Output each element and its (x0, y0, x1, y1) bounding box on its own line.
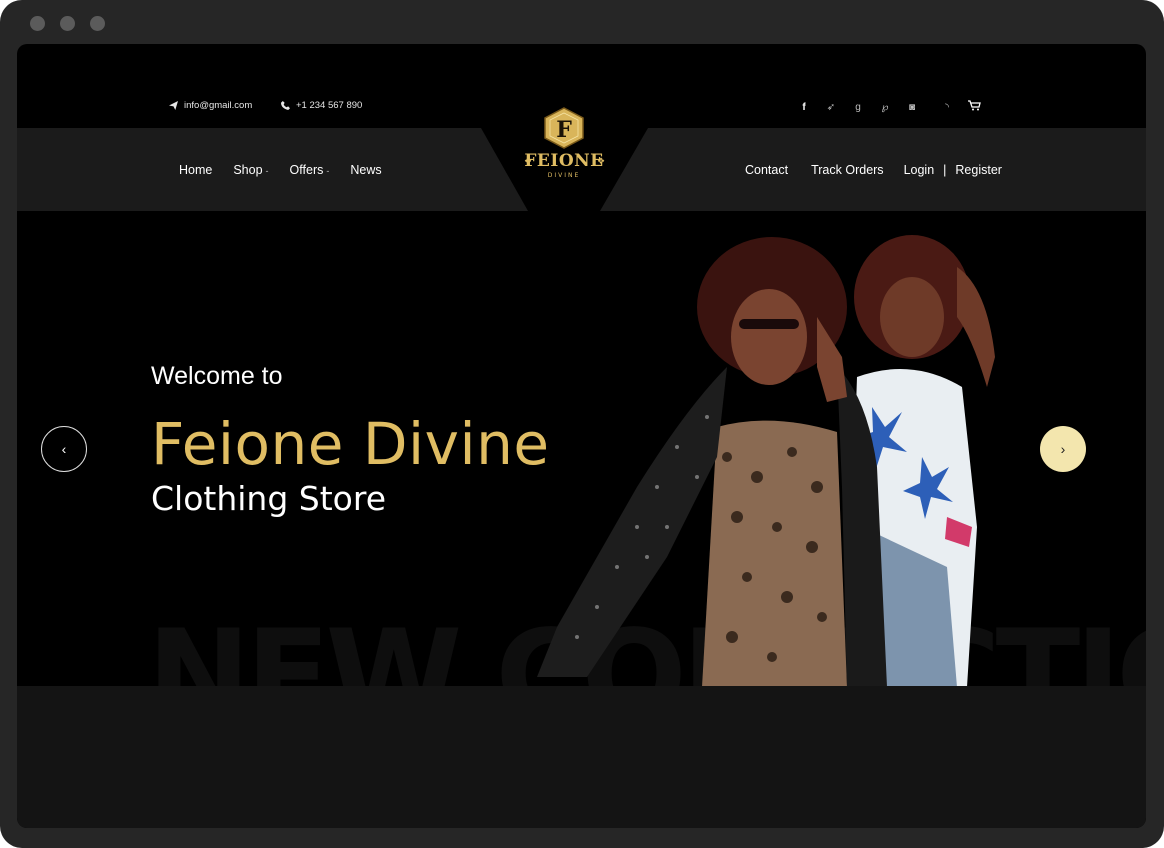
slider-prev-button[interactable]: ‹ (41, 426, 87, 472)
instagram-icon[interactable]: ◙ (905, 102, 919, 113)
send-icon (169, 101, 178, 110)
site-logo[interactable]: F FEIONE DIVINE ❖ ❖ (514, 104, 614, 188)
svg-text:❖: ❖ (597, 156, 605, 166)
slider-next-button[interactable]: › (1040, 426, 1086, 472)
hero-subtitle: Clothing Store (151, 479, 386, 518)
google-plus-icon[interactable]: g (851, 102, 865, 113)
hero-brand-title: Feione Divine (151, 410, 550, 478)
nav-register[interactable]: Register (955, 163, 1002, 177)
main-nav-left: Home Shop - Offers - News (179, 163, 382, 177)
phone-icon (281, 101, 290, 110)
window-maximize-dot[interactable] (90, 16, 105, 31)
facebook-icon[interactable]: f (797, 102, 811, 113)
chevron-right-icon: › (1060, 441, 1066, 457)
cart-icon[interactable] (967, 100, 981, 114)
hero-models-image (537, 235, 995, 687)
twitter-icon[interactable]: ➶ (824, 102, 838, 113)
pinterest-icon[interactable]: ℘ (878, 102, 892, 113)
window-controls (30, 16, 105, 31)
website-viewport: info@gmail.com +1 234 567 890 f ➶ g ℘ ◙ … (17, 44, 1146, 828)
logo-sub: DIVINE (548, 172, 581, 179)
logo-name: FEIONE (524, 151, 603, 171)
nav-contact[interactable]: Contact (745, 163, 788, 177)
window-close-dot[interactable] (30, 16, 45, 31)
hero-welcome: Welcome to (151, 362, 283, 390)
browser-window: info@gmail.com +1 234 567 890 f ➶ g ℘ ◙ … (0, 0, 1164, 848)
svg-text:❖: ❖ (524, 156, 532, 166)
nav-home[interactable]: Home (179, 163, 212, 177)
phone-text: +1 234 567 890 (296, 100, 363, 111)
chevron-down-icon: - (326, 166, 330, 176)
rss-icon[interactable]: ◝ (940, 102, 954, 113)
nav-news[interactable]: News (350, 163, 381, 177)
nav-track-orders[interactable]: Track Orders (811, 163, 883, 177)
hero-bottom-band (17, 686, 1146, 828)
nav-shop[interactable]: Shop - (233, 163, 268, 177)
chevron-left-icon: ‹ (61, 441, 67, 457)
phone-contact[interactable]: +1 234 567 890 (281, 100, 362, 111)
email-contact[interactable]: info@gmail.com (169, 100, 252, 111)
main-nav-right: Contact Track Orders Login | Register (745, 163, 1002, 177)
social-links: f ➶ g ℘ ◙ ◝ (797, 100, 981, 114)
window-minimize-dot[interactable] (60, 16, 75, 31)
nav-offers[interactable]: Offers - (290, 163, 330, 177)
nav-separator: | (943, 163, 947, 177)
nav-login[interactable]: Login (904, 163, 935, 177)
chevron-down-icon: - (265, 166, 269, 176)
logo-letter: F (556, 117, 572, 143)
email-text: info@gmail.com (184, 100, 253, 111)
